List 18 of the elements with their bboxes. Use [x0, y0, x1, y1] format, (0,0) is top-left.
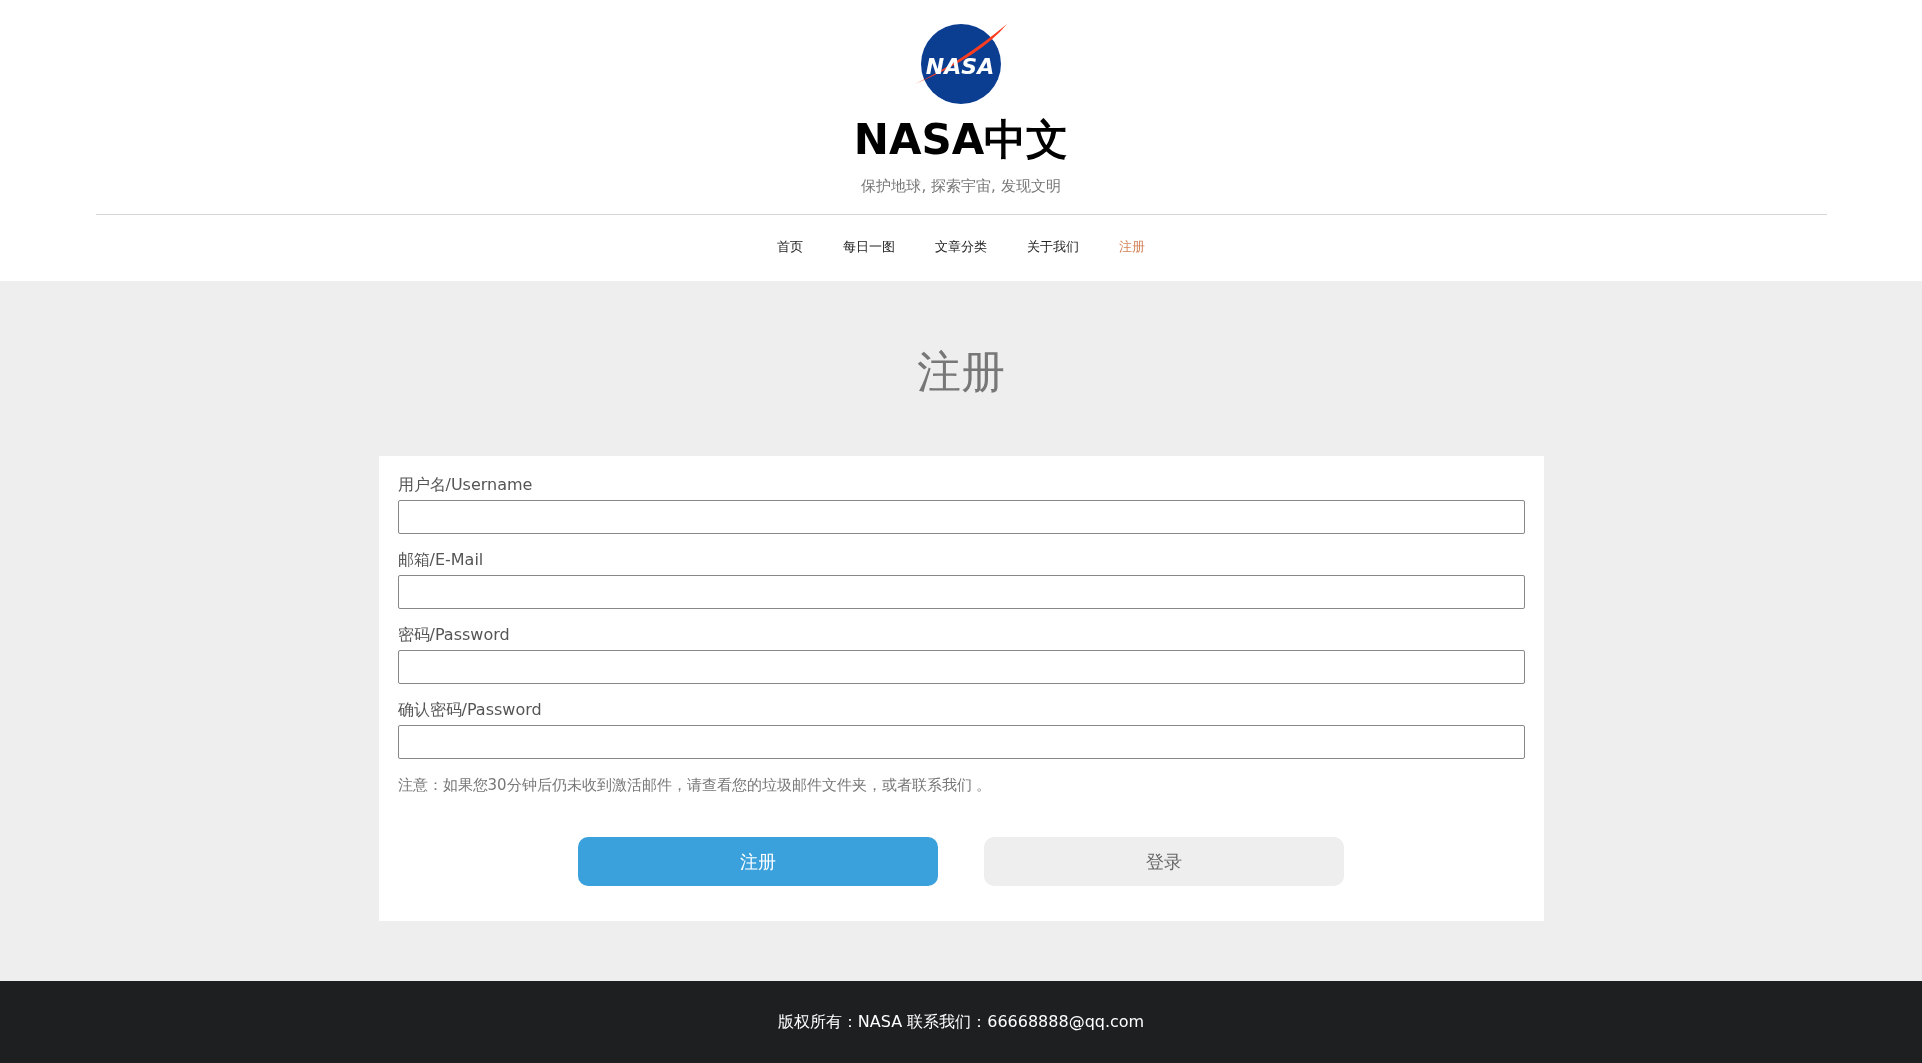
- input-field[interactable]: [397, 650, 1525, 684]
- input-field[interactable]: [397, 500, 1525, 534]
- input-field[interactable]: [397, 575, 1525, 609]
- site-title: NASA中文: [853, 114, 1069, 166]
- field-label: 用户名/Username: [397, 474, 534, 496]
- note-text: 注意：如果您30分钟后仍未收到激活邮件，请查看您的垃圾邮件文件夹，或者联系我们 。: [397, 775, 993, 796]
- nav-link[interactable]: 关于我们: [1027, 237, 1079, 257]
- nav-link[interactable]: 文章分类: [935, 237, 987, 257]
- tagline: 保护地球, 探索宇宙, 发现文明: [861, 176, 1061, 196]
- page-heading: 注册: [917, 345, 1005, 399]
- field-label: 邮箱/E-Mail: [397, 549, 485, 571]
- field-label: 确认密码/Password: [397, 699, 543, 721]
- login-button[interactable]: 登录: [984, 837, 1344, 886]
- field-label: 密码/Password: [397, 624, 511, 646]
- nav-link[interactable]: 首页: [777, 237, 803, 257]
- nav-link[interactable]: 每日一图: [843, 237, 895, 257]
- input-field[interactable]: [397, 725, 1525, 759]
- copyright-text: 版权所有：NASA 联系我们：66668888@qq.com: [777, 1011, 1145, 1033]
